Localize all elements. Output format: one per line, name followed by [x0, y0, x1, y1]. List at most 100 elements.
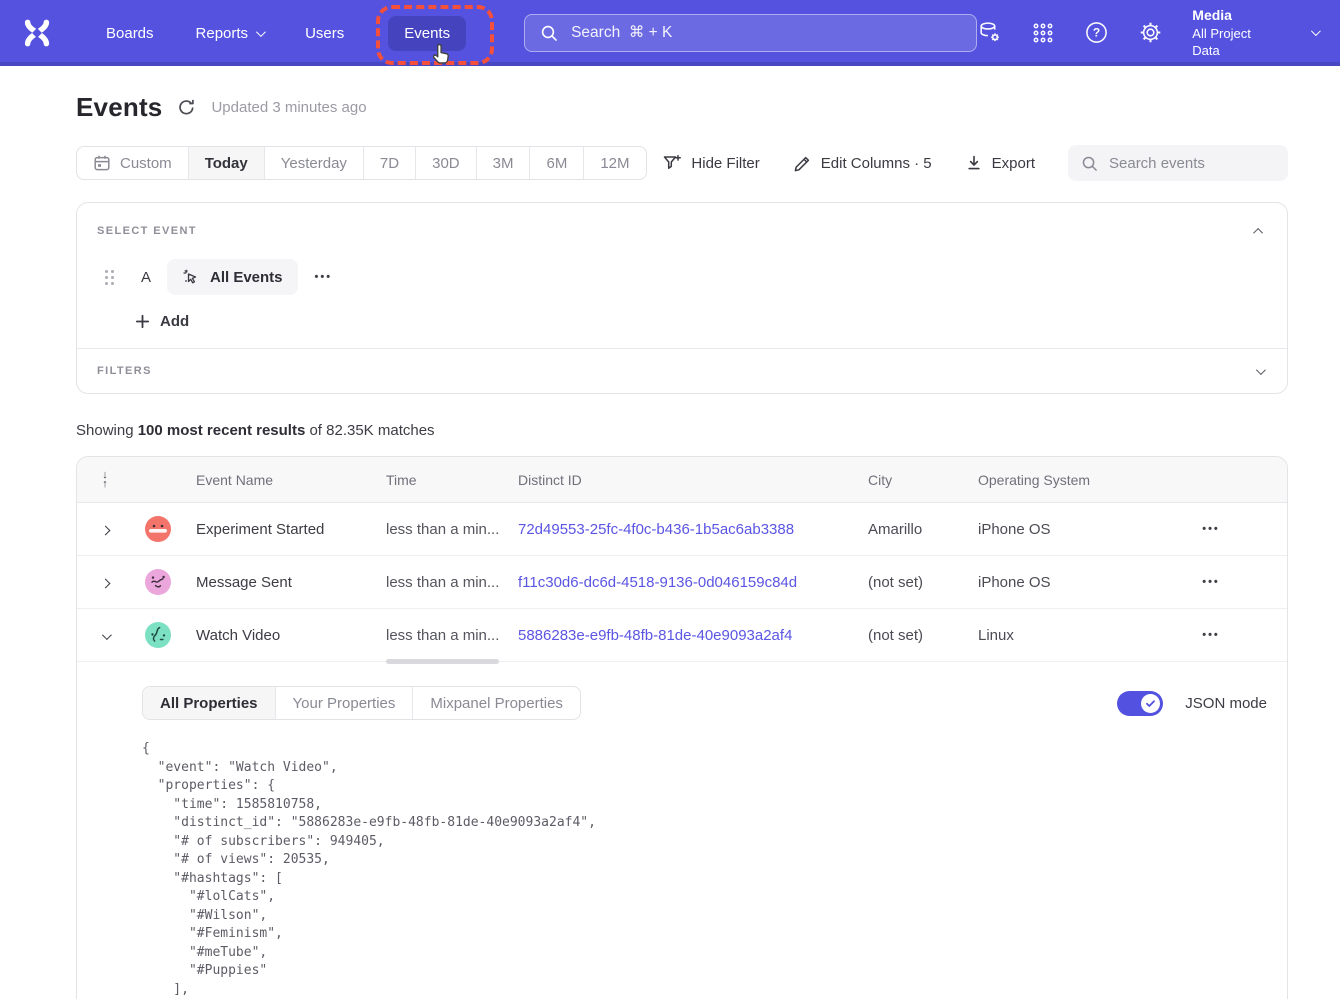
date-range-yesterday[interactable]: Yesterday: [264, 147, 363, 179]
date-range-7d[interactable]: 7D: [363, 147, 415, 179]
data-management-icon[interactable]: [977, 20, 1002, 45]
date-range-today-label: Today: [205, 155, 248, 172]
date-range-custom[interactable]: Custom: [77, 147, 188, 179]
collapse-section-button[interactable]: [1252, 218, 1267, 244]
table-header-row: ↓ ↑ Event Name Time Distinct ID City Ope…: [77, 457, 1287, 503]
tab-all-properties[interactable]: All Properties: [143, 687, 275, 719]
json-mode-toggle[interactable]: [1117, 691, 1163, 716]
search-events: [1068, 145, 1288, 181]
export-button[interactable]: Export: [965, 154, 1035, 172]
table-row: Message Sent less than a min... f11c30d6…: [77, 556, 1287, 609]
date-range-12m-label: 12M: [600, 155, 629, 172]
event-avatar: [145, 569, 171, 595]
clause-letter: A: [141, 269, 155, 286]
date-range-6m[interactable]: 6M: [529, 147, 583, 179]
properties-tabs: All Properties Your Properties Mixpanel …: [142, 686, 581, 720]
settings-gear-icon[interactable]: [1138, 20, 1163, 45]
query-builder-card: SELECT EVENT A All Events: [76, 202, 1288, 394]
nav-item-boards[interactable]: Boards: [90, 16, 170, 51]
time-cell: less than a min...: [386, 574, 518, 591]
date-range-30d[interactable]: 30D: [415, 147, 476, 179]
row-more-button[interactable]: •••: [1202, 629, 1220, 641]
collapse-row-button[interactable]: [97, 622, 114, 649]
event-json-view: { "event": "Watch Video", "properties": …: [142, 740, 1267, 999]
global-search-input[interactable]: [569, 23, 961, 43]
column-header-city[interactable]: City: [868, 472, 978, 488]
horizontal-scrollbar-thumb[interactable]: [386, 659, 499, 664]
tab-mixpanel-properties[interactable]: Mixpanel Properties: [412, 687, 580, 719]
event-name-cell: Experiment Started: [196, 521, 386, 538]
primary-nav: Boards Reports Users Events: [90, 16, 466, 51]
filters-section-toggle[interactable]: FILTERS: [77, 348, 1287, 393]
add-event-button[interactable]: Add: [135, 313, 189, 330]
chevron-down-icon: [256, 27, 266, 37]
distinct-id-link[interactable]: 5886283e-e9fb-48fb-81de-40e9093a2af4: [518, 627, 792, 644]
results-suffix: of 82.35K matches: [305, 422, 434, 439]
column-header-time[interactable]: Time: [386, 472, 518, 488]
table-row: Experiment Started less than a min... 72…: [77, 503, 1287, 556]
export-label: Export: [992, 155, 1035, 172]
distinct-id-link[interactable]: f11c30d6-dc6d-4518-9136-0d046159c84d: [518, 574, 797, 591]
date-range-today[interactable]: Today: [188, 147, 264, 179]
row-more-button[interactable]: •••: [1202, 576, 1220, 588]
time-cell: less than a min...: [386, 521, 518, 538]
event-selector-label: All Events: [210, 269, 283, 286]
city-cell: Amarillo: [868, 521, 978, 538]
column-header-os[interactable]: Operating System: [978, 472, 1118, 488]
clause-more-button[interactable]: •••: [315, 271, 333, 283]
date-range-7d-label: 7D: [380, 155, 399, 172]
nav-item-boards-label: Boards: [106, 25, 154, 42]
cursor-pointer-icon: [430, 42, 454, 68]
project-name: Media: [1192, 6, 1278, 25]
sort-icon[interactable]: ↓ ↑: [102, 471, 108, 489]
expand-row-button[interactable]: [97, 516, 114, 543]
json-mode-label: JSON mode: [1185, 695, 1267, 712]
download-icon: [965, 154, 983, 172]
city-cell: (not set): [868, 574, 978, 591]
apps-grid-icon[interactable]: [1031, 21, 1055, 45]
refresh-button[interactable]: [177, 98, 196, 117]
add-event-label: Add: [160, 313, 189, 330]
pencil-icon: [793, 154, 812, 173]
event-name-cell: Watch Video: [196, 627, 386, 644]
magic-cursor-icon: [182, 268, 200, 286]
nav-item-users[interactable]: Users: [289, 16, 360, 51]
date-range-12m[interactable]: 12M: [583, 147, 645, 179]
date-range-yesterday-label: Yesterday: [281, 155, 347, 172]
row-more-button[interactable]: •••: [1202, 523, 1220, 535]
column-header-distinct-id[interactable]: Distinct ID: [518, 472, 868, 488]
mixpanel-logo-icon[interactable]: [22, 18, 52, 48]
results-prefix: Showing: [76, 422, 138, 439]
date-range-3m[interactable]: 3M: [476, 147, 530, 179]
nav-item-events[interactable]: Events: [388, 16, 466, 51]
page-title: Events: [76, 92, 162, 123]
global-search: [524, 14, 977, 52]
column-header-event-name[interactable]: Event Name: [196, 472, 386, 488]
nav-item-reports[interactable]: Reports: [180, 16, 280, 51]
distinct-id-link[interactable]: 72d49553-25fc-4f0c-b436-1b5ac6ab3388: [518, 521, 794, 538]
drag-handle[interactable]: [105, 270, 114, 285]
event-avatar: [145, 516, 171, 542]
event-selector-chip[interactable]: All Events: [167, 259, 298, 295]
os-cell: iPhone OS: [978, 574, 1118, 591]
updated-timestamp: Updated 3 minutes ago: [211, 99, 366, 116]
help-icon[interactable]: ?: [1084, 20, 1109, 45]
project-switcher[interactable]: Media All Project Data: [1192, 6, 1278, 60]
search-events-input[interactable]: [1107, 154, 1275, 173]
date-range-control: Custom Today Yesterday 7D 30D 3M 6M 12M: [76, 146, 647, 180]
time-cell: less than a min...: [386, 627, 518, 644]
filters-label: FILTERS: [97, 365, 152, 377]
date-range-6m-label: 6M: [546, 155, 567, 172]
expand-filters-button[interactable]: [1252, 358, 1267, 384]
project-chevron-down-icon[interactable]: [1311, 27, 1321, 37]
hide-filter-button[interactable]: Hide Filter: [662, 153, 759, 173]
nav-item-events-label: Events: [404, 25, 450, 42]
hide-filter-label: Hide Filter: [691, 155, 759, 172]
edit-columns-label: Edit Columns · 5: [821, 155, 932, 172]
main-content: Events Updated 3 minutes ago Custom: [0, 91, 1340, 999]
results-count: 100 most recent results: [138, 422, 306, 439]
edit-columns-button[interactable]: Edit Columns · 5: [793, 154, 932, 173]
tab-your-properties[interactable]: Your Properties: [275, 687, 413, 719]
expand-row-button[interactable]: [97, 569, 114, 596]
nav-item-users-label: Users: [305, 25, 344, 42]
